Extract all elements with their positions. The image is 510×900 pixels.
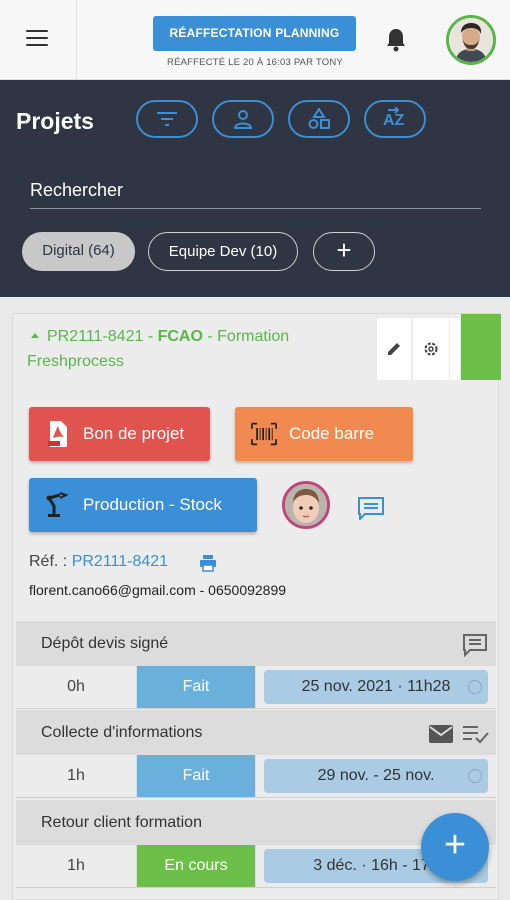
production-stock-button[interactable]: Production - Stock: [29, 478, 257, 532]
card-strip: [450, 318, 460, 380]
search-underline: [30, 208, 481, 209]
shapes-icon: [308, 108, 330, 129]
category-filter-button[interactable]: [288, 100, 350, 138]
person-icon: [233, 110, 253, 129]
robot-arm-icon: [45, 491, 71, 519]
task-name: Collecte d'informations: [41, 724, 203, 741]
comments-icon[interactable]: [357, 496, 385, 520]
reassign-planning-button[interactable]: RÉAFFECTATION PLANNING: [153, 16, 356, 51]
mail-icon[interactable]: [428, 724, 454, 744]
user-filter-button[interactable]: [212, 100, 274, 138]
bon-de-projet-button[interactable]: Bon de projet: [29, 407, 210, 461]
collapse-caret-icon[interactable]: [31, 333, 39, 338]
edit-button[interactable]: [377, 318, 411, 380]
task-hours: 1h: [16, 755, 136, 797]
search-input[interactable]: Rechercher: [30, 180, 123, 201]
status-flag: [461, 314, 501, 380]
settings-button[interactable]: [413, 318, 449, 380]
project-card: PR2111-8421 - FCAO - Formation Freshproc…: [12, 313, 501, 900]
bell-icon[interactable]: [384, 27, 408, 53]
comment-icon[interactable]: [462, 633, 488, 657]
contact-info: florent.cano66@gmail.com - 0650092899: [29, 582, 287, 598]
project-client: FCAO: [157, 328, 203, 345]
chip-equipe-dev[interactable]: Equipe Dev (10): [148, 232, 298, 271]
task-date[interactable]: 29 nov. - 25 nov.: [264, 759, 488, 793]
user-avatar[interactable]: [446, 15, 496, 65]
chip-digital[interactable]: Digital (64): [22, 232, 135, 271]
reassign-subtitle: RÉAFFECTÉ LE 20 À 16:03 PAR TONY: [167, 57, 343, 68]
code-barre-button[interactable]: Code barre: [235, 407, 413, 461]
task-status-button[interactable]: En cours: [137, 845, 255, 887]
assignee-avatar[interactable]: [282, 481, 330, 529]
task-name: Dépôt devis signé: [41, 635, 169, 652]
sort-az-button[interactable]: AZ: [364, 100, 426, 138]
add-fab-button[interactable]: +: [421, 813, 489, 881]
menu-icon[interactable]: [26, 30, 48, 48]
task-status-button[interactable]: Fait: [137, 755, 255, 797]
task-status-button[interactable]: Fait: [137, 666, 255, 708]
clock-icon: [468, 769, 482, 783]
task-row[interactable]: Collecte d'informations 1h Fait 29 nov. …: [16, 710, 496, 798]
page-title: Projets: [16, 108, 94, 134]
print-icon[interactable]: [199, 554, 217, 572]
pencil-icon: [388, 343, 400, 355]
project-title[interactable]: PR2111-8421 - FCAO - Formation Freshproc…: [27, 324, 367, 374]
task-hours: 1h: [16, 845, 136, 887]
project-code: PR2111-8421: [47, 328, 144, 345]
reference-link[interactable]: PR2111-8421: [72, 553, 168, 570]
divider: [76, 0, 77, 80]
top-bar: RÉAFFECTATION PLANNING RÉAFFECTÉ LE 20 À…: [0, 0, 510, 80]
add-chip-button[interactable]: +: [313, 232, 375, 271]
gear-icon: [424, 342, 438, 356]
task-hours: 0h: [16, 666, 136, 708]
sort-az-icon: AZ: [383, 107, 405, 129]
filter-button[interactable]: [136, 100, 198, 138]
task-row[interactable]: Dépôt devis signé 0h Fait 25 nov. 2021 ·…: [16, 621, 496, 709]
pdf-icon: [45, 420, 71, 448]
filter-icon: [157, 112, 177, 126]
checklist-icon[interactable]: [462, 724, 490, 744]
barcode-icon: [251, 420, 277, 448]
task-date[interactable]: 25 nov. 2021 · 11h28: [264, 670, 488, 704]
svg-text:AZ: AZ: [383, 112, 405, 129]
project-reference: Réf. : PR2111-8421: [29, 553, 169, 570]
task-date-cell: 25 nov. 2021 · 11h28: [256, 666, 496, 708]
task-date-cell: 29 nov. - 25 nov.: [256, 755, 496, 797]
task-name: Retour client formation: [41, 814, 202, 831]
projects-header: Projets AZ Rechercher Digital (64) Equip…: [0, 80, 510, 297]
clock-icon: [468, 680, 482, 694]
